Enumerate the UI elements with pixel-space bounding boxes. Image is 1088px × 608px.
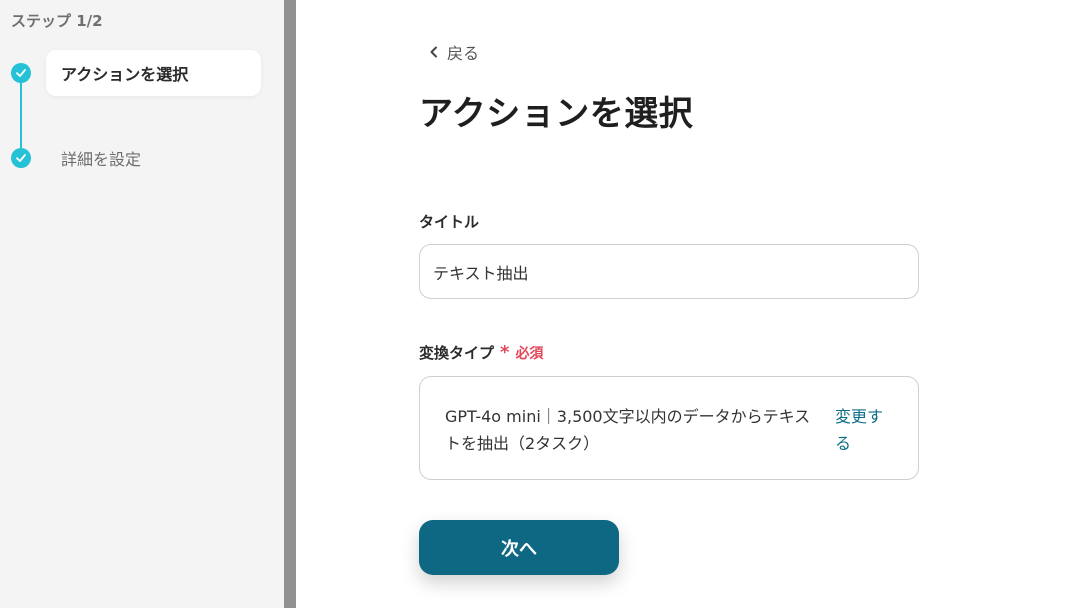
sidebar-step-select-action[interactable]: アクションを選択 [46, 50, 261, 96]
title-label-text: タイトル [419, 213, 480, 231]
conversion-type-label: 変換タイプ * 必須 [419, 342, 543, 363]
step-counter: ステップ 1/2 [11, 12, 103, 30]
sidebar-step-label: アクションを選択 [61, 65, 189, 84]
main-panel: 戻る アクションを選択 タイトル 変換タイプ * 必須 GPT-4o mini｜… [296, 0, 1088, 608]
step-2-check-icon [11, 148, 31, 168]
conversion-type-label-text: 変換タイプ [419, 344, 495, 362]
title-input[interactable] [419, 244, 919, 299]
sidebar-step-configure-details[interactable]: 詳細を設定 [46, 135, 261, 181]
title-field-label: タイトル [419, 211, 479, 232]
back-link[interactable]: 戻る [427, 40, 479, 64]
step-connector-line [20, 74, 22, 158]
chevron-left-icon [430, 46, 437, 58]
sidebar-divider [284, 0, 296, 608]
back-label: 戻る [447, 44, 480, 63]
sidebar: ステップ 1/2 アクションを選択 詳細を設定 [0, 0, 284, 608]
next-button[interactable]: 次へ [419, 520, 619, 575]
conversion-type-value: GPT-4o mini｜3,500文字以内のデータからテキストを抽出（2タスク） [445, 407, 811, 453]
change-type-link[interactable]: 変更する [835, 403, 885, 457]
required-asterisk: * [500, 342, 510, 363]
sidebar-step-label: 詳細を設定 [61, 150, 142, 169]
required-badge: 必須 [515, 345, 544, 362]
conversion-type-box: GPT-4o mini｜3,500文字以内のデータからテキストを抽出（2タスク）… [419, 376, 919, 480]
step-1-check-icon [11, 63, 31, 83]
page-title: アクションを選択 [419, 94, 694, 134]
